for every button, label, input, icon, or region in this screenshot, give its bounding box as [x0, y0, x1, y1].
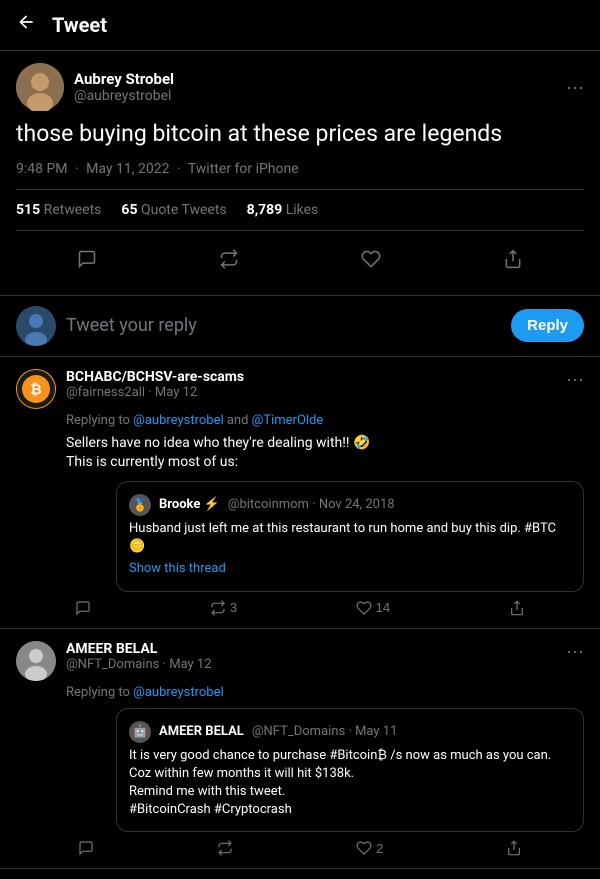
quoted-name: AMEER BELAL: [159, 723, 244, 741]
reply-placeholder[interactable]: Tweet your reply: [66, 315, 501, 336]
quoted-tweet: 🤖 AMEER BELAL @NFT_Domains · May 11 It i…: [116, 708, 584, 833]
tweet-date: May 11, 2022: [86, 161, 169, 177]
main-tweet: Aubrey Strobel @aubreystrobel ··· those …: [0, 51, 600, 296]
likes-stat: 8,789 Likes: [247, 202, 319, 218]
quoted-handle-date: @NFT_Domains · May 11: [252, 723, 398, 741]
tweet-time: 9:48 PM: [16, 161, 68, 177]
comment-item: AMEER BELAL @NFT_Domains · May 12 ··· Re…: [0, 629, 600, 870]
reply-link[interactable]: @aubreystrobel: [133, 413, 223, 428]
quoted-avatar: 🤖: [129, 721, 151, 743]
tweet-actions: [16, 235, 584, 283]
more-button[interactable]: ···: [566, 77, 584, 98]
comment-actions: 2: [16, 832, 584, 856]
likes-label: Likes: [286, 202, 319, 218]
author-name: Aubrey Strobel: [74, 70, 174, 88]
comment-reply-btn[interactable]: [78, 840, 94, 856]
comment-share-btn[interactable]: [506, 840, 522, 856]
back-button[interactable]: [16, 12, 36, 38]
quoted-handle-date: @bitcoinmom · Nov 24, 2018: [228, 496, 395, 514]
like-action[interactable]: [353, 241, 389, 277]
comment-handle-date: @fairness2all · May 12: [66, 385, 244, 400]
svg-text:₿: ₿: [30, 382, 41, 398]
comment-more-button[interactable]: ···: [566, 369, 584, 390]
retweets-label: Retweets: [44, 202, 102, 218]
replying-to: Replying to @aubreystrobel and @TimerOld…: [16, 413, 584, 428]
like-count: 2: [376, 841, 383, 856]
quoted-text: It is very good chance to purchase #Bitc…: [129, 747, 571, 820]
quoted-tweet: 🏅 Brooke ⚡ @bitcoinmom · Nov 24, 2018 Hu…: [116, 481, 584, 592]
user-avatar: [16, 306, 56, 346]
comment-actions: 3 14: [16, 592, 584, 616]
likes-count: 8,789: [247, 202, 283, 218]
tweet-meta: 9:48 PM · May 11, 2022 · Twitter for iPh…: [16, 161, 584, 177]
author-details: Aubrey Strobel @aubreystrobel: [74, 70, 174, 104]
comment-author-info: ₿ BCHABC/BCHSV-are-scams @fairness2all ·…: [16, 369, 244, 409]
tweet-author-row: Aubrey Strobel @aubreystrobel ···: [16, 63, 584, 111]
tweet-text: those buying bitcoin at these prices are…: [16, 119, 584, 149]
comment-like-btn[interactable]: 2: [356, 840, 383, 856]
page-header: Tweet: [0, 0, 600, 51]
stats-row: 515 Retweets 65 Quote Tweets 8,789 Likes: [16, 189, 584, 231]
comment-header: AMEER BELAL @NFT_Domains · May 12 ···: [16, 641, 584, 681]
like-count: 14: [376, 600, 390, 615]
tweet-source: Twitter for iPhone: [188, 161, 299, 177]
comment-name: BCHABC/BCHSV-are-scams: [66, 369, 244, 385]
quoted-header: 🏅 Brooke ⚡ @bitcoinmom · Nov 24, 2018: [129, 494, 571, 516]
comment-author-info: AMEER BELAL @NFT_Domains · May 12: [16, 641, 212, 681]
quote-tweets-count: 65: [121, 202, 137, 218]
comment-meta: BCHABC/BCHSV-are-scams @fairness2all · M…: [66, 369, 244, 400]
comment-handle-date: @NFT_Domains · May 12: [66, 657, 212, 672]
share-action[interactable]: [495, 241, 531, 277]
quoted-text: Husband just left me at this restaurant …: [129, 520, 571, 556]
quote-tweets-stat: 65 Quote Tweets: [121, 202, 226, 218]
comment-reply-btn[interactable]: [75, 600, 91, 616]
reply-button[interactable]: Reply: [511, 309, 584, 342]
comment-name: AMEER BELAL: [66, 641, 212, 657]
comment-share-btn[interactable]: [509, 600, 525, 616]
comment-body: 🤖 AMEER BELAL @NFT_Domains · May 11 It i…: [16, 708, 584, 833]
retweet-action[interactable]: [211, 241, 247, 277]
tweet-author-info: Aubrey Strobel @aubreystrobel: [16, 63, 174, 111]
retweet-count: 3: [230, 600, 237, 615]
reply-link-2[interactable]: @TimerOlde: [252, 413, 324, 428]
comment-meta: AMEER BELAL @NFT_Domains · May 12: [66, 641, 212, 672]
page-title: Tweet: [52, 13, 107, 37]
quoted-name: Brooke ⚡: [159, 496, 220, 514]
author-handle: @aubreystrobel: [74, 88, 174, 104]
reply-compose: Tweet your reply Reply: [0, 296, 600, 357]
replying-to: Replying to @aubreystrobel: [16, 685, 584, 700]
comment-more-button[interactable]: ···: [566, 641, 584, 662]
comment-header: ₿ BCHABC/BCHSV-are-scams @fairness2all ·…: [16, 369, 584, 409]
comment-body: Sellers have no idea who they're dealing…: [16, 434, 584, 592]
comment-retweet-btn[interactable]: 3: [210, 600, 237, 616]
quoted-header: 🤖 AMEER BELAL @NFT_Domains · May 11: [129, 721, 571, 743]
quoted-avatar: 🏅: [129, 494, 151, 516]
show-thread-link[interactable]: Show this thread: [129, 560, 571, 578]
retweets-stat: 515 Retweets: [16, 202, 101, 218]
comment-avatar: ₿: [16, 369, 56, 409]
avatar: [16, 63, 64, 111]
retweets-count: 515: [16, 202, 40, 218]
comment-item: ₿ BCHABC/BCHSV-are-scams @fairness2all ·…: [0, 357, 600, 629]
comment-like-btn[interactable]: 14: [356, 600, 390, 616]
reply-action[interactable]: [69, 241, 105, 277]
comment-retweet-btn[interactable]: [217, 840, 233, 856]
comment-avatar: [16, 641, 56, 681]
quote-tweets-label: Quote Tweets: [141, 202, 227, 218]
reply-link[interactable]: @aubreystrobel: [133, 685, 223, 700]
